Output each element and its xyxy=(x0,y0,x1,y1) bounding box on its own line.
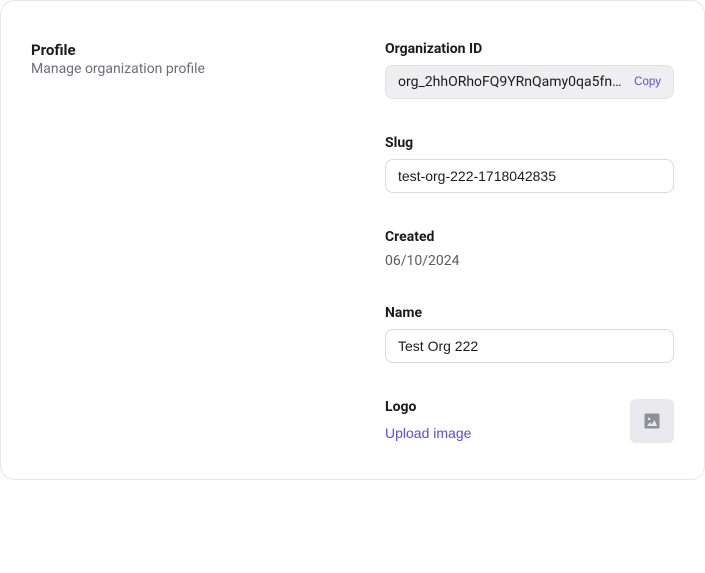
field-logo: Logo Upload image xyxy=(385,399,674,443)
profile-card: Profile Manage organization profile Orga… xyxy=(0,0,705,480)
organization-id-value: org_2hhORhoFQ9YRnQamy0qa5fn… xyxy=(398,74,630,90)
logo-placeholder[interactable] xyxy=(630,399,674,443)
label-organization-id: Organization ID xyxy=(385,41,674,57)
section-subtitle: Manage organization profile xyxy=(31,61,361,77)
image-icon xyxy=(642,411,662,431)
field-created: Created 06/10/2024 xyxy=(385,229,674,269)
upload-image-button[interactable]: Upload image xyxy=(385,425,471,441)
field-slug: Slug xyxy=(385,135,674,193)
name-input[interactable] xyxy=(385,329,674,363)
field-name: Name xyxy=(385,305,674,363)
copy-organization-id-button[interactable]: Copy xyxy=(630,74,665,90)
profile-right-col: Organization ID org_2hhORhoFQ9YRnQamy0qa… xyxy=(385,41,674,443)
field-organization-id: Organization ID org_2hhORhoFQ9YRnQamy0qa… xyxy=(385,41,674,99)
profile-left-col: Profile Manage organization profile xyxy=(31,41,361,443)
section-title: Profile xyxy=(31,41,361,59)
organization-id-box: org_2hhORhoFQ9YRnQamy0qa5fn… Copy xyxy=(385,65,674,99)
label-slug: Slug xyxy=(385,135,674,151)
label-created: Created xyxy=(385,229,674,245)
created-value: 06/10/2024 xyxy=(385,253,674,269)
slug-input[interactable] xyxy=(385,159,674,193)
label-name: Name xyxy=(385,305,674,321)
logo-row: Logo Upload image xyxy=(385,399,674,443)
profile-columns: Profile Manage organization profile Orga… xyxy=(31,41,674,443)
label-logo: Logo xyxy=(385,399,471,415)
logo-left: Logo Upload image xyxy=(385,399,471,441)
